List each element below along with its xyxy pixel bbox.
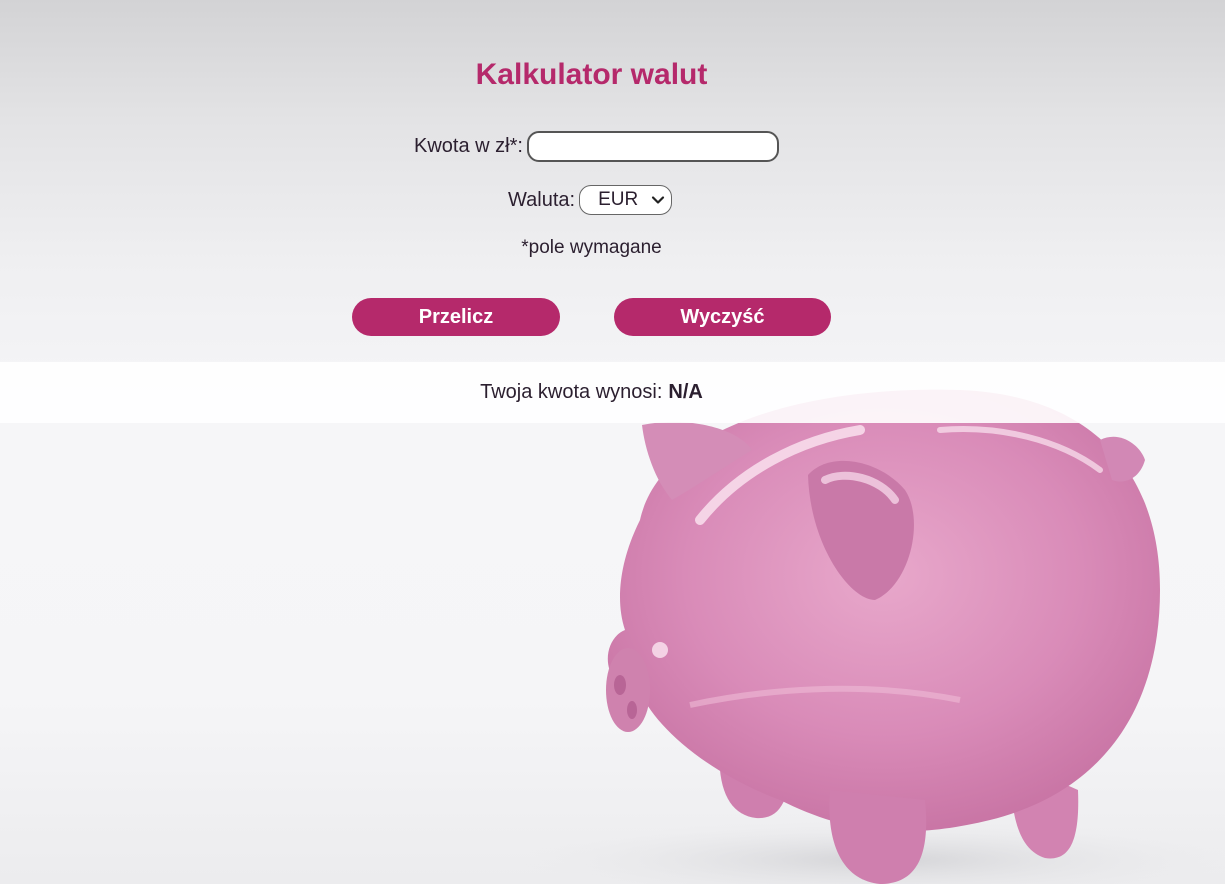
amount-row: Kwota w zł*:: [414, 130, 779, 163]
chevron-down-icon: [651, 196, 665, 204]
currency-label: Waluta:: [508, 188, 576, 211]
page-title: Kalkulator walut: [475, 58, 708, 91]
amount-input[interactable]: [526, 131, 779, 162]
result-value: N/A: [668, 381, 703, 403]
currency-row: Waluta: EUR: [508, 183, 673, 217]
convert-button[interactable]: Przelicz: [352, 298, 560, 336]
currency-select[interactable]: EUR: [579, 185, 673, 215]
clear-button[interactable]: Wyczyść: [614, 298, 831, 336]
result-label: Twoja kwota wynosi:: [480, 381, 663, 403]
result-line: Twoja kwota wynosi: N/A: [0, 362, 1183, 423]
amount-label: Kwota w zł*:: [414, 135, 523, 157]
pig-snout: [606, 648, 650, 732]
result-panel: Twoja kwota wynosi: N/A: [0, 362, 1225, 423]
currency-selected-value: EUR: [598, 189, 639, 210]
required-field-note: *pole wymagane: [521, 237, 662, 258]
